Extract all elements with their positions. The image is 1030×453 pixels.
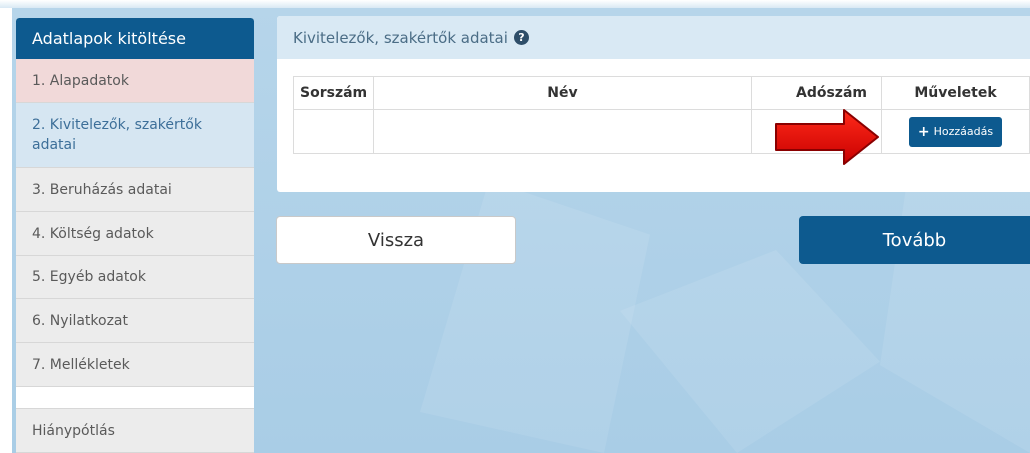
sidebar-title: Adatlapok kitöltése — [16, 18, 254, 59]
table-cell-actions: + Hozzáadás — [881, 109, 1030, 154]
column-header-muveletek: Műveletek — [881, 76, 1030, 110]
sidebar-item-egyeb[interactable]: 5. Egyéb adatok — [16, 256, 254, 299]
panel-header: Kivitelezők, szakértők adatai ? — [277, 16, 1030, 59]
sidebar-item-label: Hiánypótlás — [32, 422, 115, 439]
left-margin — [0, 0, 12, 453]
sidebar-item-beruhazas[interactable]: 3. Beruházás adatai — [16, 168, 254, 212]
background-shape — [880, 160, 1030, 453]
table-cell — [373, 109, 752, 154]
question-circle-icon[interactable]: ? — [513, 30, 529, 45]
sidebar-item-alapadatok[interactable]: 1. Alapadatok — [16, 59, 254, 103]
sidebar-divider — [16, 387, 254, 409]
sidebar-item-hianypotlas[interactable]: Hiánypótlás — [16, 409, 254, 453]
red-arrow-icon — [775, 109, 879, 165]
column-header-nev: Név — [373, 76, 752, 110]
contractors-table: Sorszám Név Adószám Műveletek + Hozzáadá… — [292, 76, 1030, 154]
sidebar-item-label: 2. Kivitelezők, szakértők adatai — [32, 117, 202, 153]
sidebar-item-label: 3. Beruházás adatai — [32, 181, 172, 198]
sidebar-item-label: 1. Alapadatok — [32, 72, 129, 89]
column-header-adoszam: Adószám — [750, 76, 883, 110]
table-header-row: Sorszám Név Adószám Műveletek — [292, 76, 1030, 110]
back-button-label: Vissza — [367, 229, 425, 251]
back-button[interactable]: Vissza — [276, 216, 516, 264]
sidebar-item-label: 6. Nyilatkozat — [32, 312, 129, 329]
table-cell — [292, 109, 375, 154]
panel-title: Kivitelezők, szakértők adatai — [293, 28, 508, 47]
next-button-label: Tovább — [882, 229, 947, 251]
sidebar-item-mellekletek[interactable]: 7. Mellékletek — [16, 343, 254, 387]
sidebar-item-label: 5. Egyéb adatok — [32, 269, 146, 285]
background-shape — [620, 250, 880, 453]
sidebar-item-label: 4. Költség adatok — [32, 225, 154, 242]
next-button[interactable]: Tovább — [799, 216, 1030, 264]
sidebar: Adatlapok kitöltése 1. Alapadatok 2. Kiv… — [16, 18, 254, 453]
add-button-label: Hozzáadás — [933, 125, 994, 138]
table-row: + Hozzáadás — [292, 109, 1030, 154]
column-header-sorszam: Sorszám — [292, 76, 375, 110]
sidebar-item-koltseg[interactable]: 4. Költség adatok — [16, 212, 254, 256]
plus-icon: + — [917, 123, 930, 140]
sidebar-item-kivitelezok[interactable]: 2. Kivitelezők, szakértők adatai — [16, 103, 254, 168]
sidebar-item-label: 7. Mellékletek — [32, 356, 130, 373]
main-panel: Kivitelezők, szakértők adatai ? Sorszám … — [277, 16, 1030, 192]
sidebar-item-nyilatkozat[interactable]: 6. Nyilatkozat — [16, 299, 254, 343]
top-margin — [0, 0, 1030, 8]
add-button[interactable]: + Hozzáadás — [908, 116, 1003, 147]
